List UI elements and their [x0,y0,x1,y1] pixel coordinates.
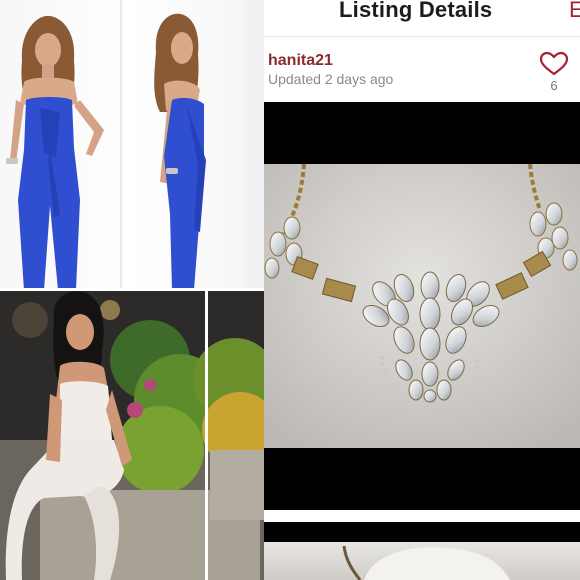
product-photo-blue-jumpsuit [0,0,264,290]
white-jumpsuit-illustration [0,290,264,580]
product-photo-white-jumpsuit [0,290,264,580]
collage-divider-horizontal [0,288,264,291]
listing-photo-second[interactable] [264,542,580,580]
updated-timestamp: Updated 2 days ago [268,71,394,87]
listing-header: Listing Details E [264,0,580,37]
heart-outline-icon [539,51,569,76]
collage-divider-vertical [205,290,208,580]
statement-necklace-illustration [264,164,580,448]
photo-letterbox-bottom [264,448,580,510]
like-button[interactable]: 6 [538,51,570,95]
like-count: 6 [550,78,558,93]
second-photo-letterbox [264,522,580,542]
screenshot-canvas: Listing Details E hanita21 Updated 2 day… [0,0,580,580]
listing-details-panel: Listing Details E hanita21 Updated 2 day… [264,0,580,580]
photo-letterbox-top [264,102,580,164]
edit-button[interactable]: E [569,0,580,23]
page-title: Listing Details [339,0,493,22]
listing-photo-necklace[interactable] [264,164,580,448]
seller-row[interactable]: hanita21 Updated 2 days ago 6 [264,37,580,101]
seller-username[interactable]: hanita21 [268,52,333,70]
necklace-on-bust-illustration [342,545,510,580]
blue-jumpsuit-illustration [6,0,264,290]
photo-gap [264,510,580,522]
